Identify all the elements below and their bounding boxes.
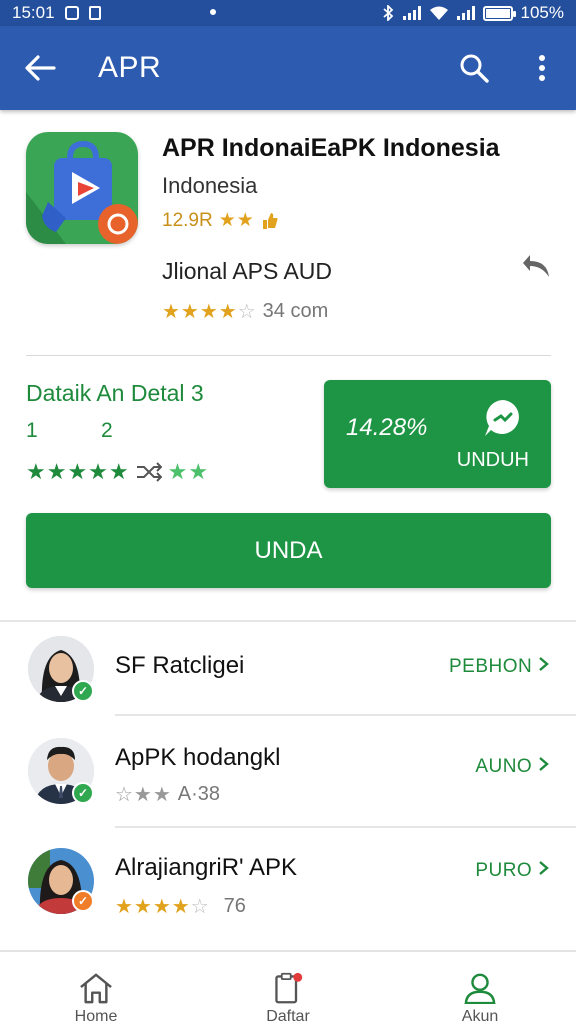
search-button[interactable] <box>440 26 508 110</box>
nav-home[interactable]: Home <box>0 952 192 1024</box>
list-item-sub-text: A·38 <box>177 783 221 805</box>
list-item-name: ApPK hodangkl <box>115 744 281 771</box>
wifi-icon <box>429 6 448 20</box>
signal-icon-2 <box>456 6 475 20</box>
verified-badge-icon: ✓ <box>72 782 94 804</box>
details-numbers: 1 2 <box>26 419 306 443</box>
arrow-left-icon <box>25 55 56 81</box>
details-num-2: 2 <box>101 419 113 442</box>
list-item-action[interactable]: PEBHON <box>449 656 550 678</box>
download-label: UNDUH <box>456 449 529 471</box>
chevron-right-icon <box>539 861 549 875</box>
list-item-stars-icon: ☆★★ <box>115 784 172 806</box>
rating-value: 12.9R <box>162 209 213 231</box>
battery-icon <box>482 5 516 21</box>
list-item[interactable]: ✓ AlrajiangriR' APK ★★★★☆ 76 PURO <box>0 830 576 938</box>
list-item-action-label: PURO <box>475 860 533 881</box>
back-button[interactable] <box>0 26 80 110</box>
app-developer: Indonesia <box>162 173 258 198</box>
list-item-action-label: PEBHON <box>448 656 533 677</box>
more-options-button[interactable] <box>508 26 576 110</box>
divider <box>26 355 551 356</box>
shuffle-icon <box>136 462 162 482</box>
nav-list[interactable]: Daftar <box>192 952 384 1024</box>
more-vertical-icon <box>539 55 545 81</box>
list-item-name: SF Ratcligei <box>115 652 245 679</box>
app-bar-title: APR <box>98 51 162 84</box>
list-divider <box>115 826 576 828</box>
list-item[interactable]: ✓ ApPK hodangkl ☆★★ A·38 AUNO <box>0 720 576 828</box>
rating-stars-icon: ★★ <box>218 210 255 231</box>
person-icon <box>464 973 496 1004</box>
home-icon <box>80 973 112 1004</box>
list-item-name: AlrajiangriR' APK <box>115 854 297 881</box>
app-subtitle: Jlional APS AUD <box>162 258 333 284</box>
app-bar: APR <box>0 26 576 110</box>
notification-dot-icon <box>210 9 216 15</box>
app-name: APR IndonaiEaPK Indonesia <box>162 134 500 162</box>
battery-percent: 105% <box>520 3 564 22</box>
details-section: Dataik An Detal 3 1 2 ★★★★★ ★★ <box>26 380 306 485</box>
app-info: APR IndonaiEaPK Indonesia Indonesia 12.9… <box>162 130 542 324</box>
chat-bubble-icon <box>485 400 519 436</box>
verified-badge-icon: ✓ <box>72 680 94 702</box>
nav-home-label: Home <box>74 1008 118 1024</box>
list-item-action-label: AUNO <box>475 756 533 777</box>
app-logo-icon <box>26 132 138 244</box>
nav-account[interactable]: Akun <box>384 952 576 1024</box>
clipboard-icon <box>275 972 303 1004</box>
share-icon <box>523 255 549 277</box>
thumb-icon <box>262 212 278 229</box>
download-value: 14.28% <box>346 414 428 441</box>
bottom-navigation: Home Daftar Akun <box>0 950 576 1024</box>
download-button[interactable]: 14.28% UNDUH <box>324 380 551 488</box>
app-rating-2: ★★★★☆ 34 com <box>162 299 542 324</box>
nav-list-label: Daftar <box>266 1008 310 1024</box>
notification-icon-2 <box>88 6 101 20</box>
status-time: 15:01 <box>12 3 55 22</box>
notification-icon <box>64 6 79 20</box>
list-item-sub: ★★★★☆ 76 <box>115 894 246 919</box>
details-stars-icon: ★★★★★ ★★ <box>26 459 210 484</box>
list-divider <box>115 714 576 716</box>
details-num-1: 1 <box>26 419 38 442</box>
list-item-sub-text: 76 <box>223 895 246 917</box>
list-item-sub: ☆★★ A·38 <box>115 782 220 807</box>
app-rating: 12.9R ★★ <box>162 209 542 232</box>
app-icon <box>26 132 138 244</box>
list-item-action[interactable]: PURO <box>475 860 550 882</box>
status-bar: 15:01 105% <box>0 0 576 26</box>
chevron-right-icon <box>539 657 549 671</box>
signal-icon <box>402 6 421 20</box>
chevron-right-icon <box>539 757 549 771</box>
primary-button[interactable]: UNDA <box>26 513 551 588</box>
bluetooth-icon <box>382 5 393 21</box>
search-icon <box>460 54 489 83</box>
nav-account-label: Akun <box>461 1008 499 1024</box>
status-badge-icon: ✓ <box>72 890 94 912</box>
list-item-action[interactable]: AUNO <box>475 756 550 778</box>
rating2-stars-icon: ★★★★☆ <box>162 301 257 323</box>
share-button[interactable] <box>520 250 554 284</box>
details-title: Dataik An Detal 3 <box>26 380 204 406</box>
list-item-stars-icon: ★★★★☆ <box>115 896 210 918</box>
rating2-text: 34 com <box>262 300 329 322</box>
